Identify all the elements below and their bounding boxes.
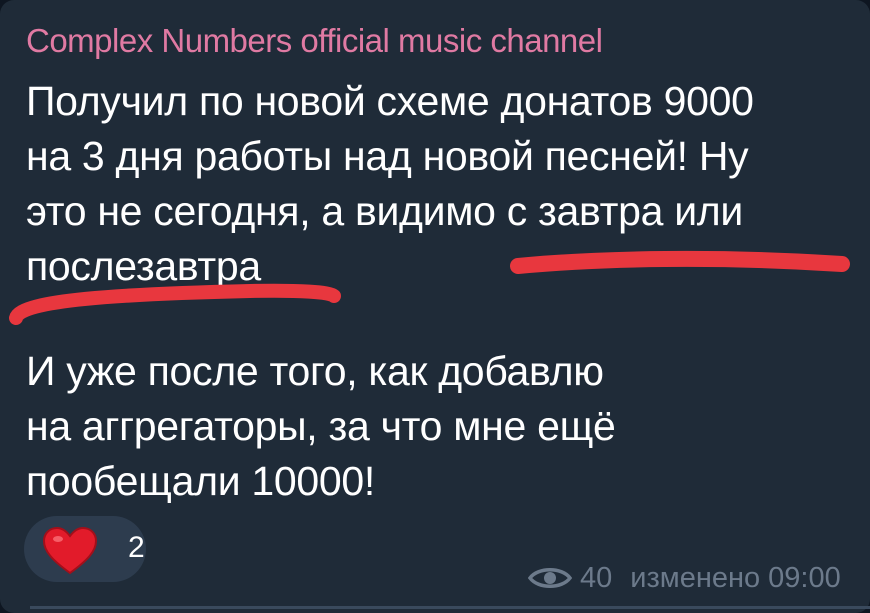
- message-line: на аггрегаторы, за что мне ещё: [26, 403, 616, 449]
- channel-name[interactable]: Complex Numbers official music channel: [26, 22, 603, 60]
- heart-reaction-button[interactable]: 2: [24, 516, 146, 582]
- message-line: пообещали 10000!: [26, 458, 375, 504]
- eye-icon: [528, 568, 572, 588]
- edited-label: изменено: [630, 561, 761, 594]
- message-paragraph-1: Получил по новой схеме донатов 9000 на 3…: [26, 74, 754, 294]
- message-line: И уже после того, как добавлю: [26, 348, 604, 394]
- message-bubble: Complex Numbers official music channel П…: [0, 0, 870, 613]
- red-underline-stroke: [9, 283, 341, 325]
- message-line: на 3 дня работы над новой песней! Ну: [26, 133, 749, 179]
- message-paragraph-2: И уже после того, как добавлю на аггрега…: [26, 344, 616, 509]
- message-line: это не сегодня, а видимо с завтра или: [26, 188, 744, 234]
- divider: [30, 606, 870, 609]
- message-time: 09:00: [768, 561, 841, 594]
- view-count: 40: [580, 561, 613, 594]
- message-line: Получил по новой схеме донатов 9000: [26, 78, 754, 124]
- message-line: послезавтра: [26, 243, 261, 289]
- heart-icon: [42, 526, 98, 575]
- message-meta: 40 изменено 09:00: [528, 560, 841, 596]
- reaction-count: 2: [128, 531, 145, 564]
